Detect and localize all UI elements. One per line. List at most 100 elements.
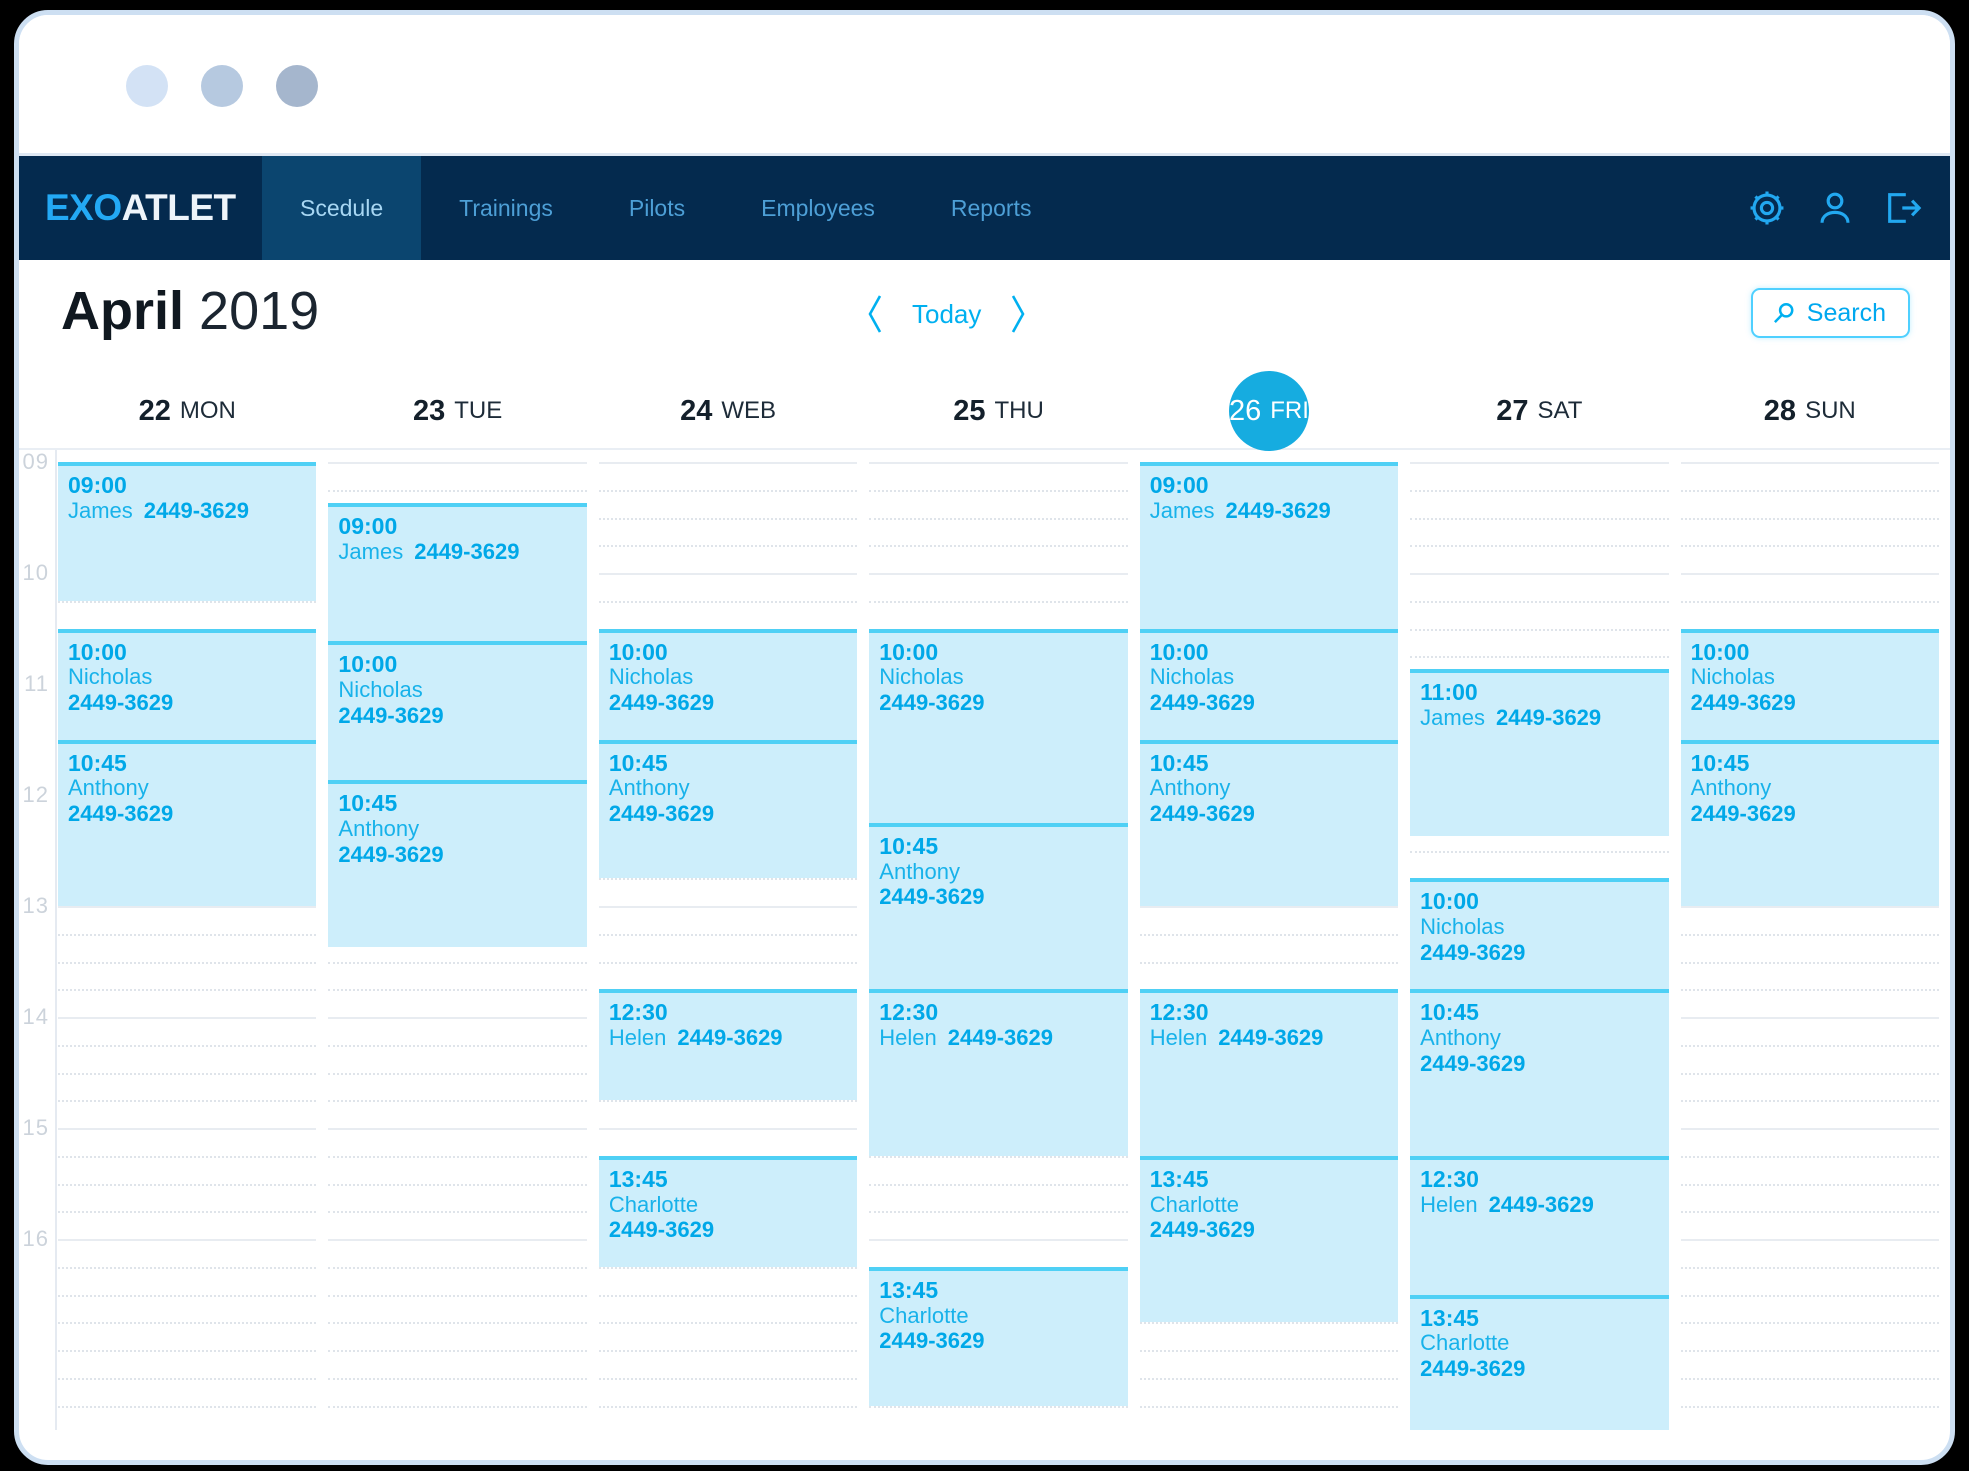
nav-item-reports[interactable]: Reports [913,156,1070,260]
day-of-week: WEB [721,397,777,424]
hour-gridline [598,906,858,908]
calendar-event[interactable]: 09:00 James 2449-3629 [58,462,317,601]
event-code: 2449-3629 [1420,1050,1526,1076]
day-header-web[interactable]: 24 WEB [599,372,857,450]
quarter-gridline [1139,1405,1399,1408]
calendar-event[interactable]: 12:30 Helen 2449-3629 [598,989,858,1101]
calendar-event[interactable]: 13:45 Charlotte 2449-3629 [1410,1294,1669,1430]
calendar-event[interactable]: 10:45 Anthony 2449-3629 [58,739,317,906]
event-time: 12:30 [1420,1165,1479,1192]
date-navigation: Today [864,292,1029,336]
event-pilot-name: Anthony [879,858,961,884]
calendar-event[interactable]: 10:45 Anthony 2449-3629 [1410,989,1669,1156]
day-number: 28 [1763,394,1797,427]
calendar-event[interactable]: 13:45 Charlotte 2449-3629 [869,1266,1128,1406]
calendar-grid[interactable]: 09 10 11 12 13 14 15 16 09:00 James 2449-3629 10:0… [19,450,1950,1430]
calendar-event[interactable]: 13:45 Charlotte 2449-3629 [598,1155,858,1267]
calendar-event[interactable]: 10:45 Anthony 2449-3629 [598,739,858,879]
quarter-gridline [1680,489,1939,492]
day-number: 23 [413,394,446,427]
quarter-gridline [598,545,858,548]
quarter-gridline [58,1405,317,1408]
event-time: 10:00 [68,638,127,665]
day-header-sun[interactable]: 28 SUN [1681,372,1939,450]
app-logo[interactable]: EXO ATLET [19,156,262,260]
calendar-event[interactable]: 10:00 Nicholas 2449-3629 [869,628,1128,823]
window-dot-close[interactable] [126,65,168,107]
hour-gridline [598,462,858,464]
calendar-event[interactable]: 12:30 Helen 2449-3629 [1410,1155,1669,1295]
nav-item-employees[interactable]: Employees [723,156,913,260]
nav-item-pilots[interactable]: Pilots [591,156,723,260]
user-icon[interactable] [1814,187,1856,229]
quarter-gridline [58,989,317,992]
nav-item-label: Scedule [300,194,384,221]
quarter-gridline [1680,1211,1939,1214]
day-header-fri[interactable]: 26 FRI [1140,371,1398,451]
calendar-event[interactable]: 10:45 Anthony 2449-3629 [1680,739,1939,906]
calendar-event[interactable]: 10:45 Anthony 2449-3629 [1139,739,1399,906]
event-pilot-name: James [1420,705,1485,731]
event-code: 2449-3629 [1488,1191,1594,1217]
quarter-gridline [1680,1405,1939,1408]
event-code: 2449-3629 [608,1217,715,1243]
quarter-gridline [328,1405,587,1408]
event-pilot-name: Nicholas [338,677,423,703]
calendar-event[interactable]: 13:45 Charlotte 2449-3629 [1139,1155,1399,1323]
quarter-gridline [328,1322,587,1325]
calendar-event[interactable]: 12:30 Helen 2449-3629 [1139,989,1399,1156]
quarter-gridline [328,1155,587,1158]
quarter-gridline [598,1266,858,1269]
window-dot-maximize[interactable] [276,65,318,107]
chevron-left-icon[interactable] [864,292,886,336]
calendar-event[interactable]: 11:00 James 2449-3629 [1410,669,1669,836]
event-code: 2449-3629 [338,702,444,728]
event-code: 2449-3629 [879,884,985,910]
calendar-event[interactable]: 10:45 Anthony 2449-3629 [869,822,1128,1017]
quarter-gridline [58,1100,317,1103]
calendar-event[interactable]: 10:00 Nicholas 2449-3629 [1680,628,1939,740]
calendar-event[interactable]: 10:00 Nicholas 2449-3629 [58,628,317,740]
day-header-tue[interactable]: 23 TUE [328,372,586,450]
quarter-gridline [1410,600,1669,603]
time-label-14: 14 [22,1004,49,1029]
event-code: 2449-3629 [68,800,174,826]
nav-item-scedule[interactable]: Scedule [262,156,422,260]
event-details: Helen 2449-3629 [1420,1192,1668,1218]
event-pilot-name: Anthony [1420,1025,1501,1051]
day-of-week: THU [994,397,1044,424]
today-button[interactable]: Today [912,299,981,330]
chevron-right-icon[interactable] [1007,292,1029,336]
calendar-event[interactable]: 10:00 Nicholas 2449-3629 [1410,878,1669,990]
day-number: 22 [138,394,171,427]
event-time: 10:00 [608,638,668,665]
search-button[interactable]: Search [1750,288,1910,338]
logout-icon[interactable] [1882,187,1924,229]
calendar-event[interactable]: 12:30 Helen 2449-3629 [869,989,1128,1156]
event-code: 2449-3629 [608,800,715,826]
nav-item-label: Reports [950,194,1032,221]
browser-chrome [19,15,1950,156]
quarter-gridline [1680,545,1939,548]
calendar-event[interactable]: 10:00 Nicholas 2449-3629 [1139,628,1399,740]
calendar-event[interactable]: 09:00 James 2449-3629 [328,502,587,642]
day-header-mon[interactable]: 22 MON [58,372,316,450]
hour-gridline [1680,906,1939,908]
day-header-thu[interactable]: 25 THU [869,372,1127,450]
event-time: 09:00 [338,512,398,539]
calendar-event[interactable]: 10:00 Nicholas 2449-3629 [328,641,587,781]
event-details: Nicholas 2449-3629 [879,664,1127,715]
hour-gridline [1410,573,1669,575]
calendar-event[interactable]: 10:45 Anthony 2449-3629 [328,780,587,947]
event-pilot-name: Helen [1149,1025,1208,1051]
hour-gridline [869,573,1128,575]
event-pilot-name: Nicholas [1420,914,1505,940]
window-dot-minimize[interactable] [201,65,243,107]
event-details: Charlotte 2449-3629 [1420,1330,1668,1381]
gear-icon[interactable] [1746,187,1788,229]
nav-item-trainings[interactable]: Trainings [421,156,591,260]
day-header-row: 22 MON 23 TUE 24 WEB 25 THU 26 FRI 27 SAT 28 SUN [19,371,1950,451]
calendar-event[interactable]: 09:00 James 2449-3629 [1139,462,1399,629]
calendar-event[interactable]: 10:00 Nicholas 2449-3629 [598,628,858,740]
day-header-sat[interactable]: 27 SAT [1410,372,1668,450]
